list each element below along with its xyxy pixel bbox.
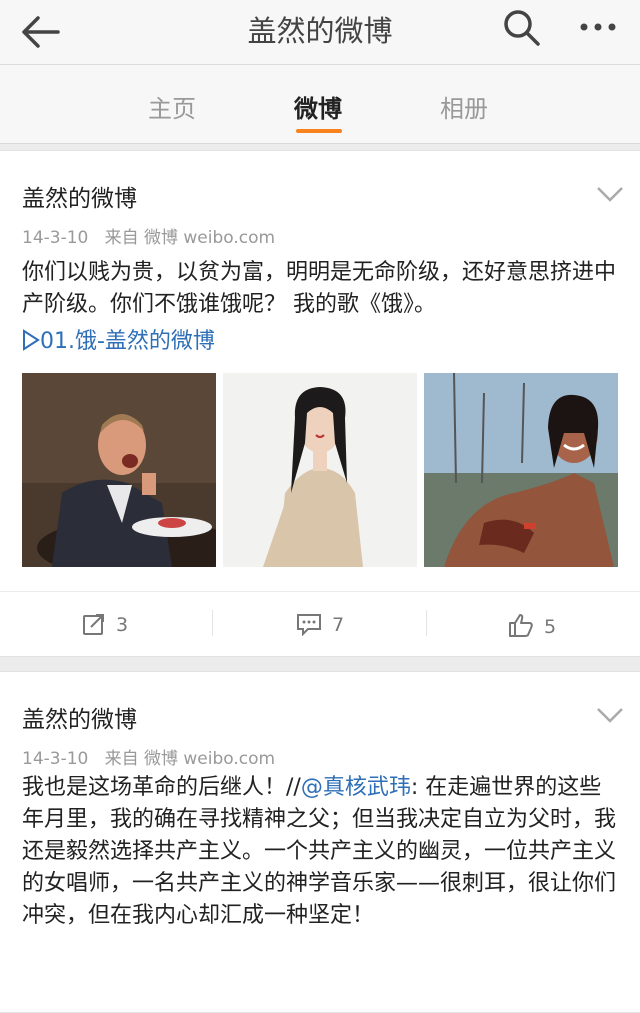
post-author[interactable]: 盖然的微博 [22,700,137,734]
like-button[interactable]: 5 [508,612,556,638]
thumbs-up-icon [509,614,533,637]
post-action-bar: 3 7 5 [0,591,640,656]
post-date: 14-3-10 [22,749,89,769]
chevron-down-icon[interactable] [596,706,624,724]
weibo-post: 盖然的微博 14-3-10 来自 微博 weibo.com 你们以贱为贵，以贫为… [0,150,640,657]
post-image-man-eating[interactable] [22,373,216,567]
repost-button[interactable]: 3 [82,612,128,636]
post-meta: 14-3-10 来自 微博 weibo.com [22,744,275,769]
top-bar: 盖然的微博 [0,0,640,65]
active-tab-indicator [296,129,342,133]
tab-weibo[interactable]: 微博 [294,89,342,124]
comment-icon [297,614,321,637]
post-author[interactable]: 盖然的微博 [22,179,137,213]
search-icon[interactable] [502,8,542,48]
post-date: 14-3-10 [22,228,89,248]
chevron-down-icon[interactable] [596,185,624,203]
repost-count: 3 [116,614,129,636]
post-text: 我也是这场革命的后继人！//@真核武玮: 在走遍世界的这些年月里，我的确在寻找精… [22,772,622,932]
music-link[interactable]: 01.饿-盖然的微博 [22,323,215,355]
user-mention-link[interactable]: @真核武玮 [301,775,411,800]
post-source: 来自 微博 weibo.com [104,749,276,769]
like-count: 5 [544,616,557,638]
tab-album[interactable]: 相册 [440,89,488,124]
post-text-before: 我也是这场革命的后继人！// [22,775,301,800]
page-title: 盖然的微博 [247,14,393,48]
comment-button[interactable]: 7 [296,612,345,637]
post-source: 来自 微博 weibo.com [104,228,276,248]
image-grid [22,373,618,567]
more-icon[interactable] [576,10,620,44]
post-text: 你们以贱为贵，以贫为富，明明是无命阶级，还好意思挤进中产阶级。你们不饿谁饿呢？ … [22,260,617,317]
play-icon [23,329,40,351]
post-meta: 14-3-10 来自 微博 weibo.com [22,223,275,248]
post-image-woman-event[interactable] [223,373,417,567]
weibo-post: 盖然的微博 14-3-10 来自 微博 weibo.com 我也是这场革命的后继… [0,671,640,1013]
tab-home[interactable]: 主页 [148,89,196,124]
repost-icon [83,614,104,635]
post-image-woman-outdoor[interactable] [424,373,618,567]
comment-count: 7 [332,614,345,636]
music-link-label: 01.饿-盖然的微博 [40,329,215,354]
